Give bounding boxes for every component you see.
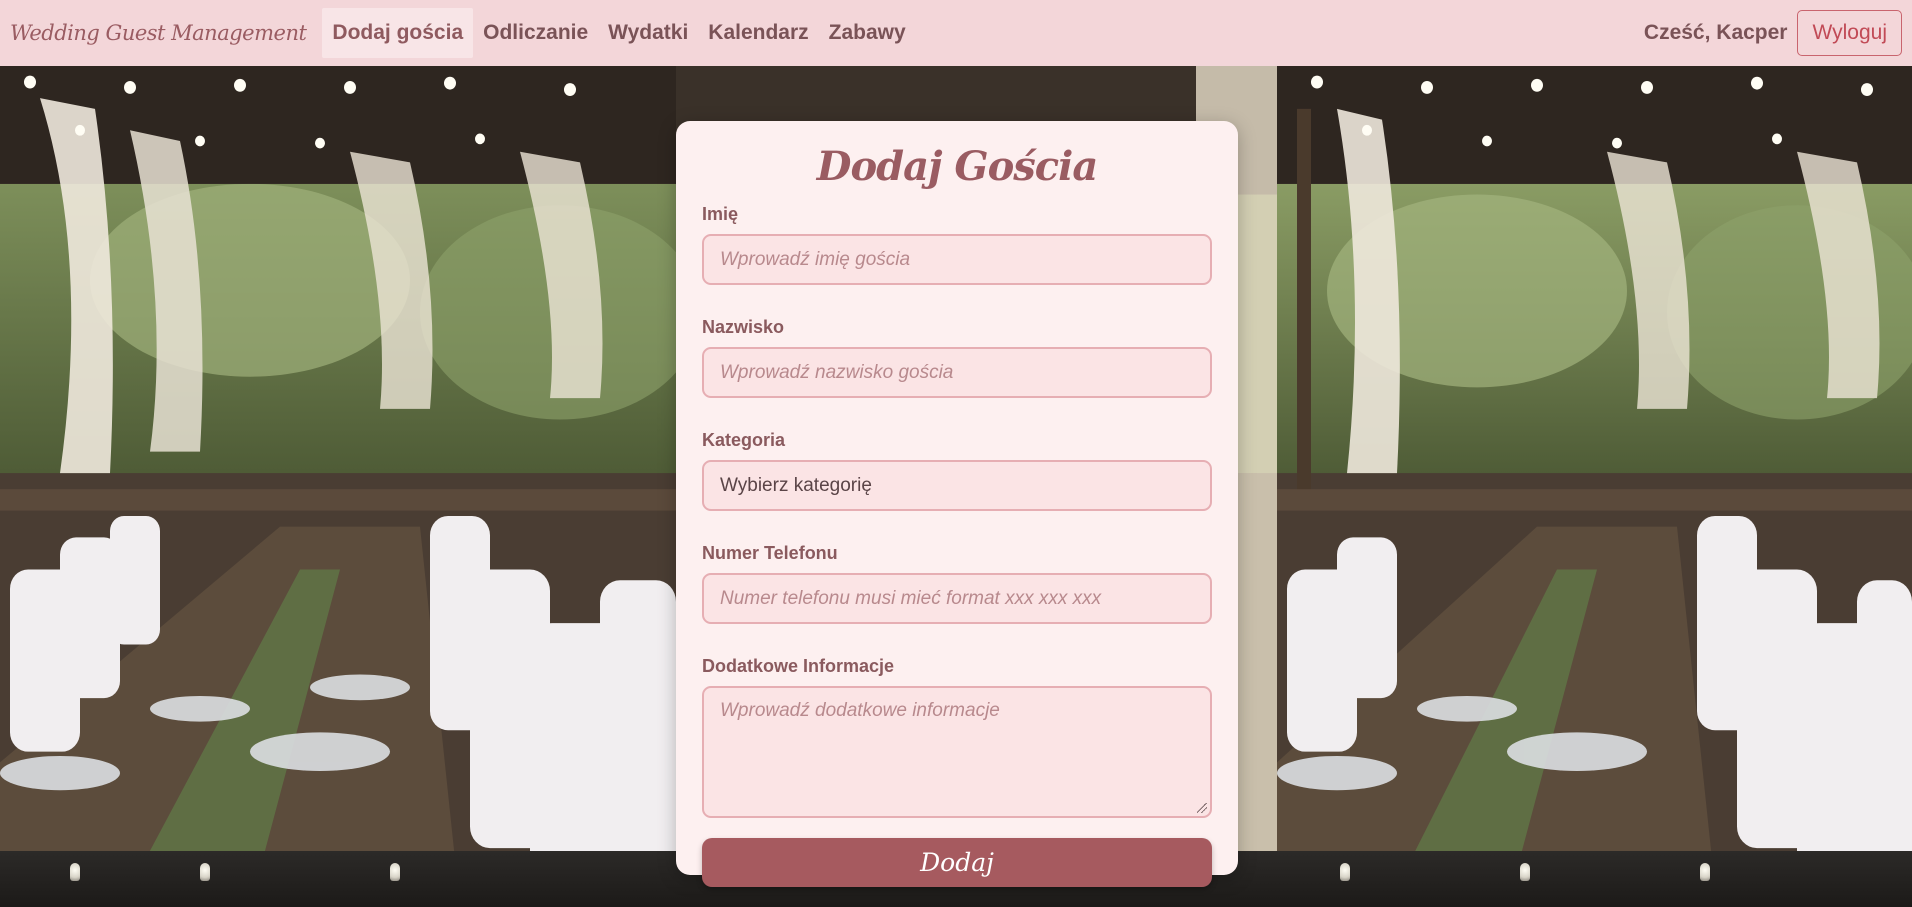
light-bulb-icon (200, 863, 210, 881)
notes-group: Dodatkowe Informacje Wprowadź dodatkowe … (702, 655, 1212, 818)
category-label: Kategoria (702, 430, 786, 450)
nav-link-countdown[interactable]: Odliczanie (473, 8, 598, 58)
add-guest-submit-button[interactable]: Dodaj (702, 838, 1212, 887)
brand-logo[interactable]: Wedding Guest Management (10, 21, 307, 45)
phone-label: Numer Telefonu (702, 543, 838, 563)
form-title: Dodaj Gościa (816, 143, 1098, 190)
light-bulb-icon (1340, 863, 1350, 881)
top-navbar: Wedding Guest Management Dodaj gościa Od… (0, 0, 1912, 66)
notes-label: Dodatkowe Informacje (702, 656, 895, 676)
notes-textarea[interactable]: Wprowadź dodatkowe informacje (702, 686, 1212, 818)
phone-group: Numer Telefonu Numer telefonu musi mieć … (702, 542, 1212, 624)
first-name-group: Imię Wprowadź imię gościa (702, 203, 1212, 285)
nav-link-calendar[interactable]: Kalendarz (698, 8, 818, 58)
user-greeting: Cześć, Kacper (1643, 21, 1788, 44)
last-name-group: Nazwisko Wprowadź nazwisko gościa (702, 316, 1212, 398)
notes-placeholder: Wprowadź dodatkowe informacje (720, 700, 1000, 721)
resize-grip-icon[interactable] (1197, 803, 1207, 813)
nav-link-games[interactable]: Zabawy (819, 8, 916, 58)
logout-button[interactable]: Wyloguj (1797, 10, 1902, 56)
light-bulb-icon (390, 863, 400, 881)
nav-link-add-guest[interactable]: Dodaj gościa (322, 8, 474, 58)
phone-input[interactable]: Numer telefonu musi mieć format xxx xxx … (702, 573, 1212, 624)
category-group: Kategoria Wybierz kategorię (702, 429, 1212, 511)
first-name-input[interactable]: Wprowadź imię gościa (702, 234, 1212, 285)
last-name-input[interactable]: Wprowadź nazwisko gościa (702, 347, 1212, 398)
nav-user-area: Cześć, Kacper Wyloguj (1644, 10, 1902, 56)
light-bulb-icon (1700, 863, 1710, 881)
nav-links: Dodaj gościa Odliczanie Wydatki Kalendar… (322, 0, 915, 66)
first-name-label: Imię (702, 204, 739, 224)
light-bulb-icon (1520, 863, 1530, 881)
nav-link-expenses[interactable]: Wydatki (598, 8, 698, 58)
background-photo-left (0, 66, 676, 907)
add-guest-form-card: Dodaj Gościa Imię Wprowadź imię gościa N… (676, 121, 1238, 887)
last-name-label: Nazwisko (702, 317, 785, 337)
category-select[interactable]: Wybierz kategorię (702, 460, 1212, 511)
background-photo-right (1277, 66, 1912, 907)
light-bulb-icon (70, 863, 80, 881)
